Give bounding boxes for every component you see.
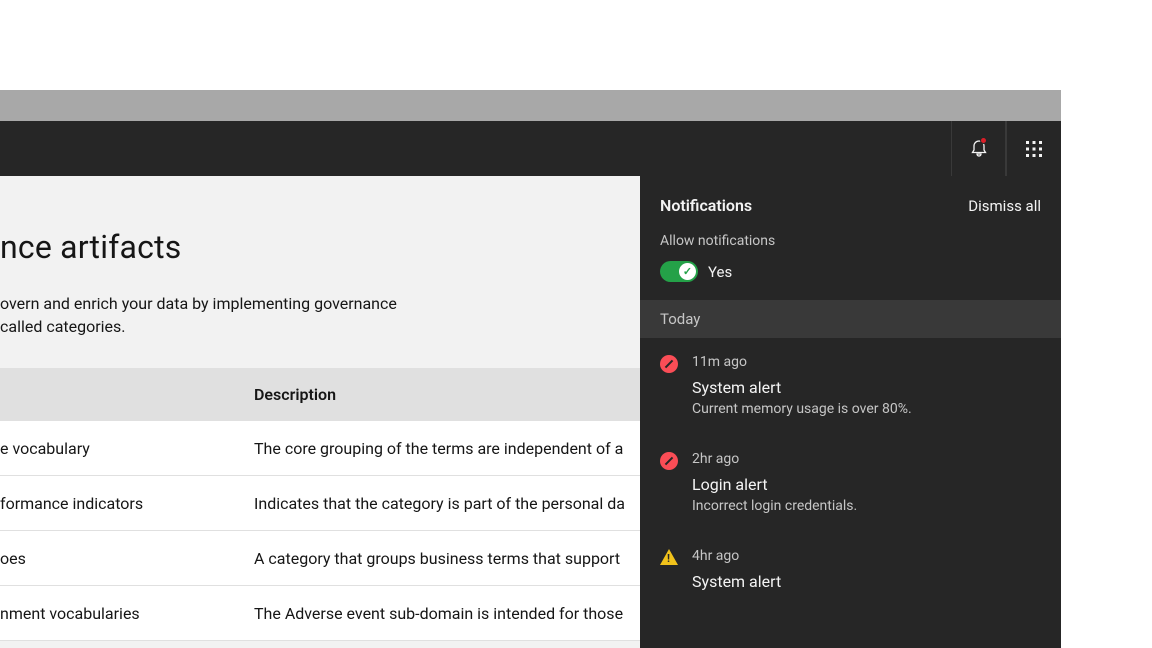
notification-section-today: Today bbox=[640, 300, 1061, 338]
page-description: overn and enrich your data by implementi… bbox=[0, 292, 420, 338]
notification-description: Current memory usage is over 80%. bbox=[692, 401, 912, 417]
desc-line: overn and enrich your data by implementi… bbox=[0, 294, 397, 313]
notifications-panel: Notifications Dismiss all Allow notifica… bbox=[640, 176, 1061, 648]
cell-description: Indicates that the category is part of t… bbox=[254, 494, 625, 513]
cell-description: A category that groups business terms th… bbox=[254, 549, 620, 568]
toggle-knob: ✓ bbox=[679, 263, 696, 280]
notification-time: 11m ago bbox=[692, 354, 912, 370]
notification-body: 11m ago System alert Current memory usag… bbox=[692, 354, 912, 417]
notification-item[interactable]: 2hr ago Login alert Incorrect login cred… bbox=[640, 435, 1061, 532]
cell-name: oes bbox=[0, 549, 26, 568]
top-nav-bar bbox=[0, 121, 1061, 176]
page-title: nce artifacts bbox=[0, 228, 181, 266]
notification-time: 4hr ago bbox=[692, 548, 781, 564]
notification-item[interactable]: 11m ago System alert Current memory usag… bbox=[640, 338, 1061, 435]
cell-name: formance indicators bbox=[0, 494, 143, 513]
toggle-state-label: Yes bbox=[708, 263, 732, 281]
grid-icon bbox=[1025, 140, 1043, 158]
notification-title: System alert bbox=[692, 378, 912, 397]
cell-description: The Adverse event sub-domain is intended… bbox=[254, 604, 623, 623]
notification-badge bbox=[980, 137, 987, 144]
column-description-header: Description bbox=[254, 385, 336, 404]
cell-name: e vocabulary bbox=[0, 439, 90, 458]
notification-item[interactable]: 4hr ago System alert bbox=[640, 532, 1061, 613]
notifications-header: Notifications Dismiss all bbox=[640, 176, 1061, 225]
notification-time: 2hr ago bbox=[692, 451, 857, 467]
desc-line: called categories. bbox=[0, 317, 126, 336]
window-chrome-bar bbox=[0, 90, 1061, 121]
cell-name: nment vocabularies bbox=[0, 604, 140, 623]
notifications-title: Notifications bbox=[660, 196, 752, 215]
warning-icon bbox=[660, 549, 678, 567]
error-icon bbox=[660, 452, 678, 470]
notification-body: 4hr ago System alert bbox=[692, 548, 781, 595]
notification-title: Login alert bbox=[692, 475, 857, 494]
notification-title: System alert bbox=[692, 572, 781, 591]
app-switcher-button[interactable] bbox=[1006, 121, 1061, 176]
cell-description: The core grouping of the terms are indep… bbox=[254, 439, 623, 458]
notifications-button[interactable] bbox=[951, 121, 1006, 176]
error-icon bbox=[660, 355, 678, 373]
app-window: nce artifacts overn and enrich your data… bbox=[0, 90, 1061, 648]
dismiss-all-button[interactable]: Dismiss all bbox=[968, 197, 1041, 215]
allow-notifications-label: Allow notifications bbox=[640, 225, 1061, 255]
allow-notifications-toggle[interactable]: ✓ bbox=[660, 261, 698, 282]
allow-notifications-toggle-row: ✓ Yes bbox=[640, 255, 1061, 300]
notification-description: Incorrect login credentials. bbox=[692, 498, 857, 514]
notification-body: 2hr ago Login alert Incorrect login cred… bbox=[692, 451, 857, 514]
check-icon: ✓ bbox=[683, 266, 692, 277]
